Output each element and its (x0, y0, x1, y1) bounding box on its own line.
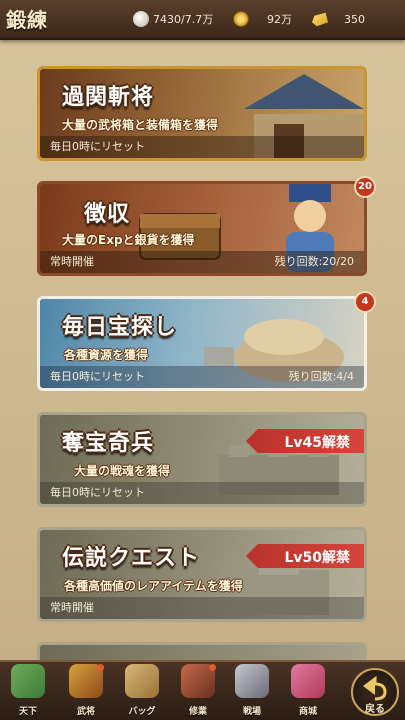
page-title: 鍛練 (6, 8, 48, 32)
card-daily-treasure[interactable]: 毎日宝探し 各種資源を獲得 毎日0時にリセット 残り回数:4/4 (37, 296, 367, 391)
card-subtitle: 各種高価値のレアアイテムを獲得 (64, 579, 243, 593)
count-badge: 20 (354, 176, 376, 198)
card-footer-text: 毎日0時にリセット (50, 140, 145, 153)
crossed-swords-icon (235, 664, 269, 698)
gold-ingot-icon (312, 12, 328, 27)
card-title: 毎日宝探し (62, 315, 178, 340)
card-title: 過関斬将 (62, 85, 155, 110)
card-footer-text: 常時開催 (50, 601, 94, 614)
unlock-level-label: Lv45解禁 (284, 435, 350, 451)
card-footer-text: 毎日0時にリセット (50, 370, 145, 383)
card-footer-text: 常時開催 (50, 255, 94, 268)
card-subtitle: 各種資源を獲得 (64, 348, 149, 362)
back-button[interactable]: 戻る (351, 668, 399, 716)
remaining-count: 残り回数:20/20 (274, 255, 354, 268)
remaining-count: 残り回数:4/4 (288, 370, 354, 383)
card-treasure-raid[interactable]: 奪宝奇兵 大量の戦魂を獲得 毎日0時にリセット Lv45解禁 (37, 412, 367, 507)
coin-value: 92万 (267, 13, 292, 26)
nav-shop[interactable]: 商城 (284, 660, 332, 718)
card-subtitle: 大量の戦魂を獲得 (74, 464, 171, 478)
nav-world[interactable]: 天下 (4, 660, 52, 718)
unlock-level-banner: Lv50解禁 (246, 544, 364, 568)
card-legend-quest[interactable]: 伝説クエスト 各種高価値のレアアイテムを獲得 常時開催 Lv50解禁 (37, 527, 367, 622)
card-subtitle: 大量のExpと銀貨を獲得 (62, 233, 195, 247)
map-icon (11, 664, 45, 698)
gold-resource: 350 (312, 10, 365, 28)
coin-resource: 92万 (233, 10, 292, 28)
card-title: 徴収 (84, 202, 131, 227)
count-badge: 4 (354, 291, 376, 313)
card-pass-slay[interactable]: 過関斬将 大量の武将箱と装備箱を獲得 毎日0時にリセット (37, 66, 367, 161)
notification-dot (97, 664, 104, 671)
nav-battlefield[interactable]: 戦場 (228, 660, 276, 718)
unlock-level-label: Lv50解禁 (284, 550, 350, 566)
card-title: 奪宝奇兵 (62, 431, 155, 456)
nav-bag[interactable]: バッグ (118, 660, 166, 718)
card-footer-text: 毎日0時にリセット (50, 486, 145, 499)
back-label: 戻る (365, 704, 385, 715)
nav-generals[interactable]: 武将 (62, 660, 110, 718)
gold-value: 350 (344, 12, 365, 26)
card-collect[interactable]: 徴収 大量のExpと銀貨を獲得 常時開催 残り回数:20/20 (37, 181, 367, 276)
nav-training[interactable]: 修業 (174, 660, 222, 718)
top-bar: 鍛練 7430/7.7万 92万 350 (0, 0, 405, 40)
stamina-value: 7430/7.7万 (153, 13, 214, 26)
coin-icon (233, 11, 249, 27)
card-title: 伝説クエスト (62, 546, 201, 571)
bag-icon (125, 664, 159, 698)
unlock-level-banner: Lv45解禁 (246, 429, 364, 453)
bottom-nav: 天下 武将 バッグ 修業 戦場 商城 戻る (0, 660, 405, 720)
stamina-resource: 7430/7.7万 (133, 10, 213, 28)
card-subtitle: 大量の武将箱と装備箱を獲得 (62, 118, 219, 132)
shop-icon (291, 664, 325, 698)
notification-dot (209, 664, 216, 671)
stamina-icon (133, 11, 149, 27)
